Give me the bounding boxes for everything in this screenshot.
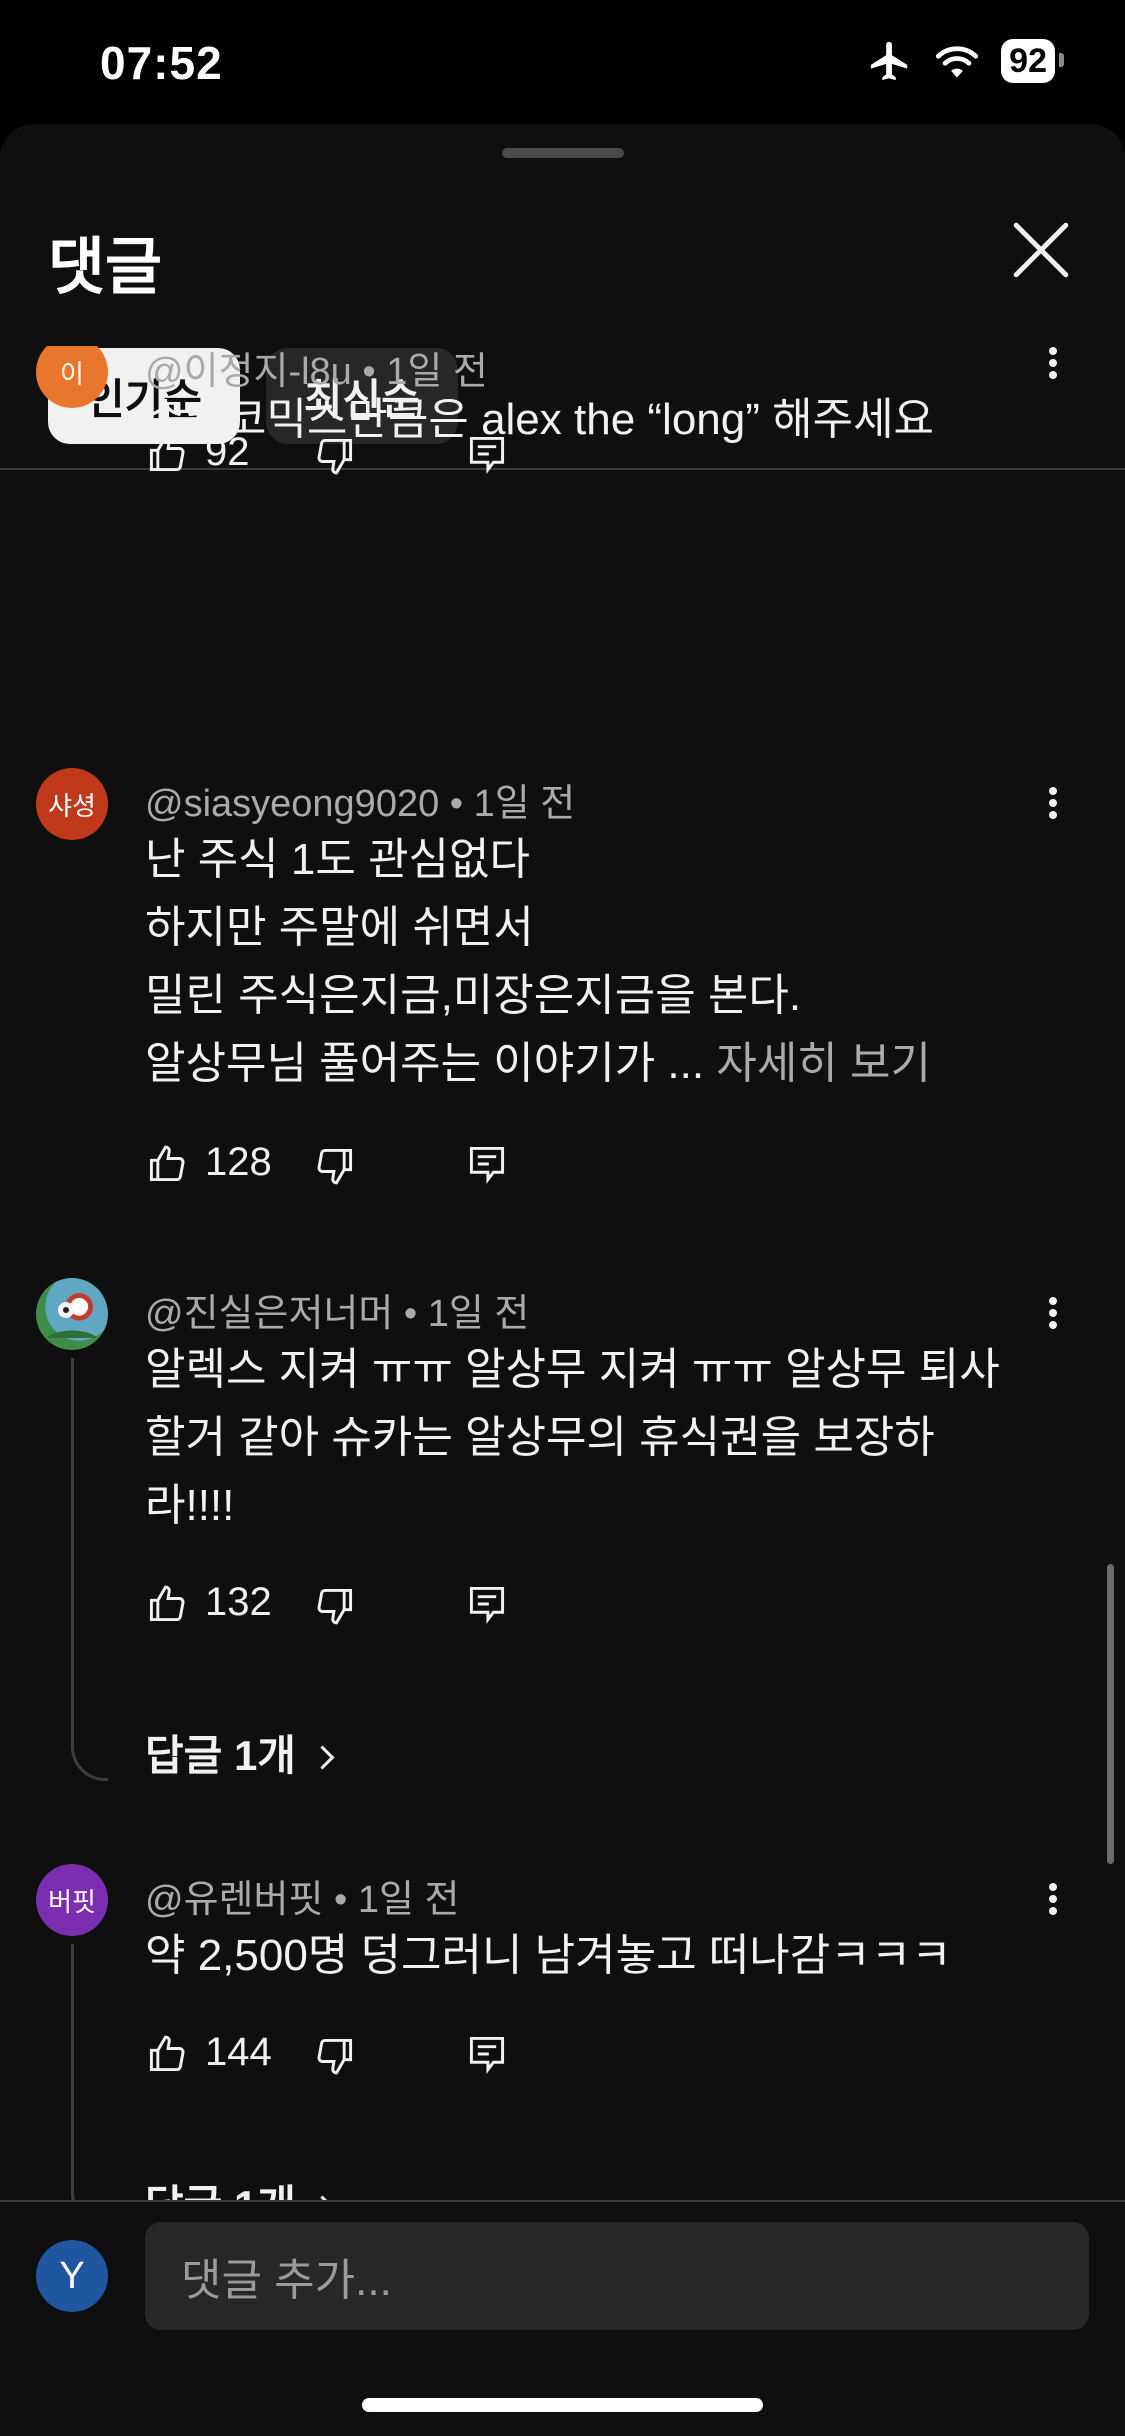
wifi-icon [936,46,979,78]
more-options-icon[interactable] [1040,1294,1066,1338]
battery-icon: 92 [1001,39,1064,83]
status-bar: 07:52 92 [0,0,1125,120]
thread-line [71,1358,108,1781]
reply-icon[interactable] [465,432,509,476]
comment-text: 약 2,500명 덩그러니 남겨놓고 떠나감ㅋㅋㅋ [145,1922,1035,1990]
read-more-link[interactable]: 자세히 보기 [716,1039,931,1088]
avatar[interactable] [36,1278,108,1350]
reply-icon[interactable] [465,1142,509,1186]
comment-age: 1일 전 [473,783,576,825]
comment-line-text: 알상무님 풀어주는 이야기가 ... [145,1039,705,1088]
comment-meta: @유렌버핏 • 1일 전 [145,1879,460,1921]
view-replies-button[interactable]: 답글 1개 [145,2172,335,2202]
like-count: 128 [205,1140,272,1184]
sheet-grabber[interactable] [502,148,624,158]
avatar-initial: 이 [60,358,84,389]
sheet-title: 댓글 [48,233,163,302]
dislike-icon[interactable] [313,1584,357,1628]
avatar-initial: 버핏 [48,1886,96,1917]
avatar[interactable]: 이 [36,346,108,408]
dislike-icon[interactable] [313,1144,357,1188]
add-comment-input[interactable]: 댓글 추가... [145,2222,1089,2330]
comment-line: 할거 같아 슈카는 알상무의 휴식권을 보장하 [145,1413,935,1462]
comment-text: 난 주식 1도 관심없다 하지만 주말에 쉬면서 밀린 주식은지금,미장은지금을… [145,826,1035,1098]
comment-line: 약 2,500명 덩그러니 남겨놓고 떠나감ㅋㅋㅋ [145,1931,952,1980]
my-avatar[interactable]: Y [36,2240,108,2312]
divider [0,2200,1125,2202]
like-icon[interactable] [145,432,189,476]
airplane-icon [871,41,908,81]
like-count: 144 [205,2030,272,2074]
reply-icon[interactable] [465,2032,509,2076]
comment-age: 1일 전 [357,1879,460,1921]
like-icon[interactable] [145,1142,189,1186]
view-replies-button[interactable]: 답글 1개 [145,1722,335,1783]
comment-line: 라!!!! [145,1481,235,1530]
like-icon[interactable] [145,1582,189,1626]
more-options-icon[interactable] [1040,784,1066,828]
comment-age: 1일 전 [427,1293,530,1335]
close-icon[interactable] [1010,219,1072,281]
scrollbar[interactable] [1107,1564,1114,1864]
avatar[interactable]: 샤셩 [36,768,108,840]
comment-line: 알상무님 풀어주는 이야기가 ... 자세히 보기 [145,1030,1035,1098]
like-count: 92 [205,430,250,474]
home-indicator[interactable] [362,2398,763,2412]
like-icon[interactable] [145,2032,189,2076]
avatar-image [46,1302,98,1338]
comment-meta: @siasyeong9020 • 1일 전 [145,783,576,825]
comment-line: 밀린 주식은지금,미장은지금을 본다. [145,971,802,1020]
comment-author[interactable]: @진실은저너머 [145,1293,393,1335]
comment-line: 하지만 주말에 쉬면서 [145,903,534,952]
replies-label: 답글 1개 [145,1732,296,1779]
comment-author[interactable]: @siasyeong9020 [145,783,439,825]
comment-line: 난 주식 1도 관심없다 [145,835,530,884]
comment-list[interactable]: 이 @이정지-l8u • 1일 전 슈카코믹스만큼은 alex the “lon… [0,346,1125,2202]
like-count: 132 [205,1580,272,1624]
comment-line: 슈카코믹스만큼은 alex the “long” 해주세요 [145,395,935,444]
dislike-icon[interactable] [313,2034,357,2078]
replies-label: 답글 1개 [145,2182,296,2202]
comment-author[interactable]: @유렌버핏 [145,1879,323,1921]
more-options-icon[interactable] [1040,1880,1066,1924]
avatar-initial: 샤셩 [48,790,96,821]
clock: 07:52 [100,37,223,89]
avatar[interactable]: 버핏 [36,1864,108,1936]
comment-meta: @진실은저너머 • 1일 전 [145,1293,530,1335]
comment-line: 알렉스 지켜 ㅠㅠ 알상무 지켜 ㅠㅠ 알상무 퇴사 [145,1345,1000,1394]
comment-text: 알렉스 지켜 ㅠㅠ 알상무 지켜 ㅠㅠ 알상무 퇴사 할거 같아 슈카는 알상무… [145,1336,1035,1540]
chevron-right-icon [310,1745,335,1770]
dislike-icon[interactable] [313,434,357,478]
reply-icon[interactable] [465,1582,509,1626]
comment-text: 슈카코믹스만큼은 alex the “long” 해주세요 [145,386,1035,454]
more-options-icon[interactable] [1040,346,1066,388]
thread-line [71,1944,108,2202]
